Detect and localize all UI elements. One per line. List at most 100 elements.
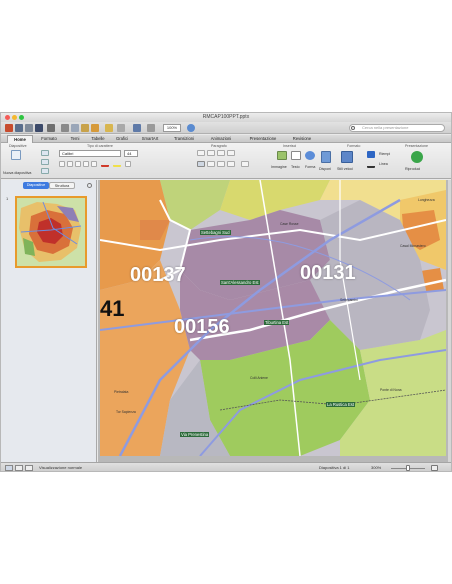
tab-transitions[interactable]: Transizioni — [167, 135, 201, 143]
new-slide-label[interactable]: Nuova diapositiva — [3, 171, 31, 175]
tab-review[interactable]: Revisione — [287, 135, 317, 143]
format-painter-icon[interactable] — [91, 124, 99, 132]
tab-tables[interactable]: Tabelle — [87, 135, 109, 143]
map-label-case-rosse: Case Rosse — [280, 222, 299, 226]
reset-icon[interactable] — [41, 159, 49, 165]
tab-outline[interactable]: Struttura — [49, 182, 75, 189]
undo-icon[interactable] — [105, 124, 113, 132]
slide-thumbnail[interactable] — [15, 196, 87, 268]
zoom-field[interactable]: 100% — [163, 124, 181, 132]
redo-icon[interactable] — [117, 124, 125, 132]
shape-icon[interactable] — [305, 151, 315, 160]
slide-editor: 00137 00131 00156 41 Settebagni Sud Sant… — [98, 180, 451, 462]
tab-format[interactable]: Formato — [35, 135, 63, 143]
group-label-slides: Diapositive — [9, 144, 27, 148]
zoom-percent: 300% — [371, 465, 382, 470]
tab-charts[interactable]: Grafici — [111, 135, 133, 143]
tab-animations[interactable]: Animazioni — [203, 135, 239, 143]
quick-styles-icon[interactable] — [341, 151, 353, 163]
vertical-scrollbar[interactable] — [448, 180, 451, 462]
bold-icon[interactable] — [59, 161, 65, 167]
font-color-icon[interactable] — [101, 161, 109, 167]
map-label-tor-sapienza: Tor Sapienza — [116, 410, 136, 414]
font-name-field[interactable]: Calibri — [59, 150, 121, 157]
ribbon: Diapositive Tipo di carattere Paragrafo … — [1, 143, 451, 179]
group-label-paragraph: Paragrafo — [211, 144, 227, 148]
paste-icon[interactable] — [81, 124, 89, 132]
decrease-indent-icon[interactable] — [217, 150, 225, 156]
align-right-icon[interactable] — [217, 161, 225, 167]
bullets-icon[interactable] — [197, 150, 205, 156]
align-left-icon[interactable] — [197, 161, 205, 167]
highlight-icon[interactable] — [113, 161, 121, 167]
align-center-icon[interactable] — [207, 161, 215, 167]
zip-label-41: 41 — [100, 296, 125, 321]
reading-view-button[interactable] — [25, 465, 33, 471]
view-icon[interactable] — [147, 124, 155, 132]
window-title: RMCAP100PPT.pptx — [202, 114, 250, 120]
view-mode-label: Visualizzazione normale — [39, 465, 83, 470]
font-size-field[interactable]: 44 — [124, 150, 138, 157]
map-label-settecamini: Settecamini — [340, 298, 358, 302]
underline-icon[interactable] — [75, 161, 81, 167]
format-label-line[interactable]: Linea — [379, 162, 388, 166]
station-label-prenestina: Via Prenestina — [180, 432, 210, 437]
slide-canvas[interactable]: 00137 00131 00156 41 Settebagni Sud Sant… — [100, 180, 446, 456]
ribbon-tabs: Home Formato Temi Tabelle Grafici SmartA… — [1, 135, 451, 143]
justify-icon[interactable] — [227, 161, 235, 167]
tab-smartart[interactable]: SmartArt — [135, 135, 165, 143]
search-input[interactable]: Cerca nella presentazione — [349, 124, 445, 132]
slide-sorter-button[interactable] — [15, 465, 23, 471]
format-label-arrange[interactable]: Disponi — [319, 167, 331, 171]
normal-view-button[interactable] — [5, 465, 13, 471]
strikethrough-icon[interactable] — [91, 161, 97, 167]
media-icon[interactable] — [133, 124, 141, 132]
slide-thumbnail-map — [17, 198, 85, 266]
zoom-slider-knob[interactable] — [406, 465, 410, 471]
arrange-icon[interactable] — [321, 151, 331, 163]
cut-icon[interactable] — [61, 124, 69, 132]
powerpoint-window: RMCAP100PPT.pptx 100% Cerca nella presen… — [0, 112, 452, 472]
format-label-quick-styles[interactable]: Stili veloci — [337, 167, 353, 171]
tab-themes[interactable]: Temi — [65, 135, 85, 143]
section-icon[interactable] — [41, 168, 49, 174]
numbering-icon[interactable] — [207, 150, 215, 156]
textbox-icon[interactable] — [291, 151, 301, 160]
fit-window-icon[interactable] — [431, 465, 438, 471]
italic-icon[interactable] — [67, 161, 73, 167]
play-icon[interactable] — [411, 151, 423, 163]
shadow-icon[interactable] — [83, 161, 89, 167]
status-bar: Visualizzazione normale Diapositiva 1 di… — [1, 462, 451, 471]
group-label-insert: Inserisci — [283, 144, 297, 148]
station-label-settebagni: Settebagni Sud — [200, 230, 231, 235]
fill-icon[interactable] — [367, 151, 375, 158]
tab-home[interactable]: Home — [7, 135, 33, 143]
columns-icon[interactable] — [241, 161, 249, 167]
help-icon[interactable] — [187, 124, 195, 132]
tab-slideshow[interactable]: Presentazione — [241, 135, 285, 143]
present-label[interactable]: Riproduci — [405, 167, 420, 171]
save-icon[interactable] — [35, 124, 43, 132]
format-label-fill[interactable]: Riempi — [379, 152, 390, 156]
slide-number: 1 — [6, 196, 9, 201]
settings-icon[interactable] — [87, 183, 92, 188]
title-bar: RMCAP100PPT.pptx — [1, 113, 451, 122]
layout-icon[interactable] — [41, 150, 49, 156]
increase-indent-icon[interactable] — [227, 150, 235, 156]
grow-font-icon[interactable] — [125, 161, 131, 167]
print-icon[interactable] — [47, 124, 55, 132]
map-label-pietralata: Pietralata — [114, 390, 129, 394]
search-icon — [351, 126, 355, 130]
tab-slides[interactable]: Diapositive — [23, 182, 49, 189]
map-image — [100, 180, 446, 456]
line-icon[interactable] — [367, 161, 375, 168]
new-presentation-icon[interactable] — [5, 124, 13, 132]
open-icon[interactable] — [25, 124, 33, 132]
copy-icon[interactable] — [71, 124, 79, 132]
insert-label-picture: Immagine — [271, 165, 287, 169]
templates-icon[interactable] — [15, 124, 23, 132]
picture-icon[interactable] — [277, 151, 287, 160]
map-label-colli-aniene: Colli Aniene — [250, 376, 268, 380]
new-slide-icon[interactable] — [11, 150, 21, 160]
insert-label-shape: Forma — [305, 165, 316, 169]
